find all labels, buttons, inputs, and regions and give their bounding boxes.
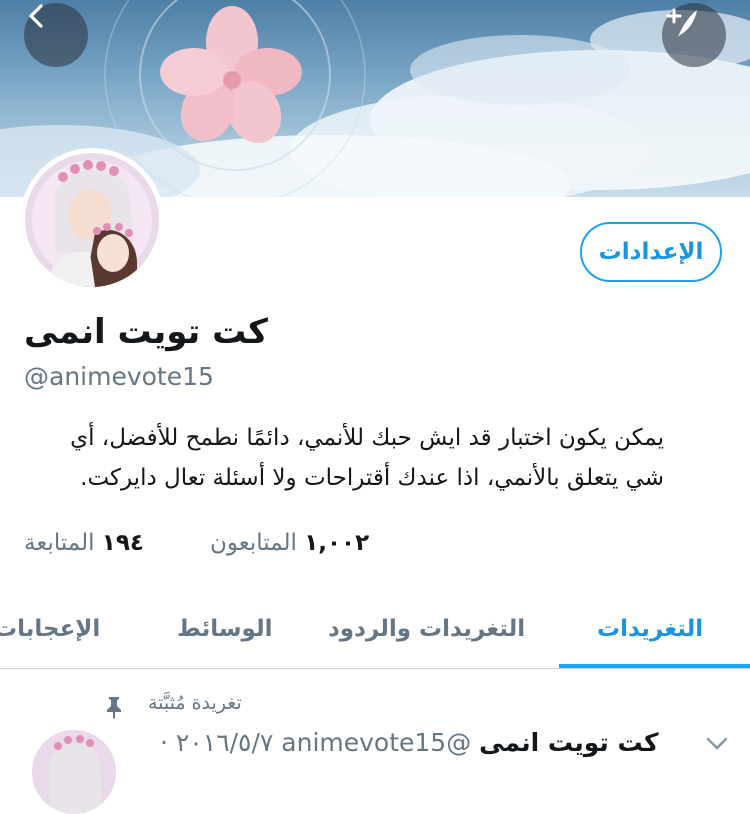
following-count: ١٩٤ (101, 530, 144, 556)
following-label: المتابعة (24, 530, 95, 556)
pinned-tweet-label: تغريدة مُثبَّتة (148, 692, 242, 714)
display-name-text: كت تويت انمى (24, 312, 268, 352)
chevron-left-icon (29, 4, 43, 28)
followers-stat[interactable]: ١,٠٠٢ المتابعون (210, 530, 369, 556)
pinned-tweet-header: كت تويت انمى @animevote15 ٢٠١٦/٥/٧ · (160, 728, 659, 757)
settings-button[interactable]: الإعدادات (580, 222, 722, 282)
tweet-options-button[interactable] (706, 736, 728, 755)
compose-feather-icon (666, 8, 697, 37)
back-button[interactable] (24, 3, 88, 67)
profile-handle: @animevote15 (24, 362, 214, 391)
bio-line: يمكن يكون اختبار قد ايش حبك للأنمي، دائم… (70, 425, 664, 451)
profile-bio: يمكن يكون اختبار قد ايش حبك للأنمي، دائم… (24, 418, 664, 498)
bio-line: شي يتعلق بالأنمي، اذا عندك أقتراحات ولا … (80, 465, 664, 491)
tweet-author-avatar[interactable] (32, 730, 116, 814)
following-stat[interactable]: ١٩٤ المتابعة (24, 530, 144, 556)
avatar-image (25, 153, 159, 287)
profile-tabs: التغريدات التغريدات والردود الوسائط الإع… (0, 596, 750, 669)
profile-avatar[interactable] (20, 148, 164, 292)
tab-media[interactable]: الوسائط (177, 596, 272, 668)
followers-count: ١,٠٠٢ (304, 530, 370, 556)
pin-icon (103, 695, 125, 723)
tweet-date: ٢٠١٦/٥/٧ · (160, 728, 274, 757)
active-tab-indicator (559, 664, 750, 668)
followers-label: المتابعون (210, 530, 297, 556)
tweet-author-name[interactable]: كت تويت انمى (479, 728, 658, 757)
compose-tweet-button[interactable] (662, 3, 726, 67)
display-name: كت تويت انمى (24, 312, 624, 362)
tweet-author-handle[interactable]: @animevote15 (281, 728, 471, 757)
chevron-down-icon (706, 737, 728, 750)
tab-tweets[interactable]: التغريدات (597, 596, 703, 668)
tab-likes[interactable]: الإعجابات (0, 596, 100, 668)
tab-tweets-and-replies[interactable]: التغريدات والردود (328, 596, 525, 668)
